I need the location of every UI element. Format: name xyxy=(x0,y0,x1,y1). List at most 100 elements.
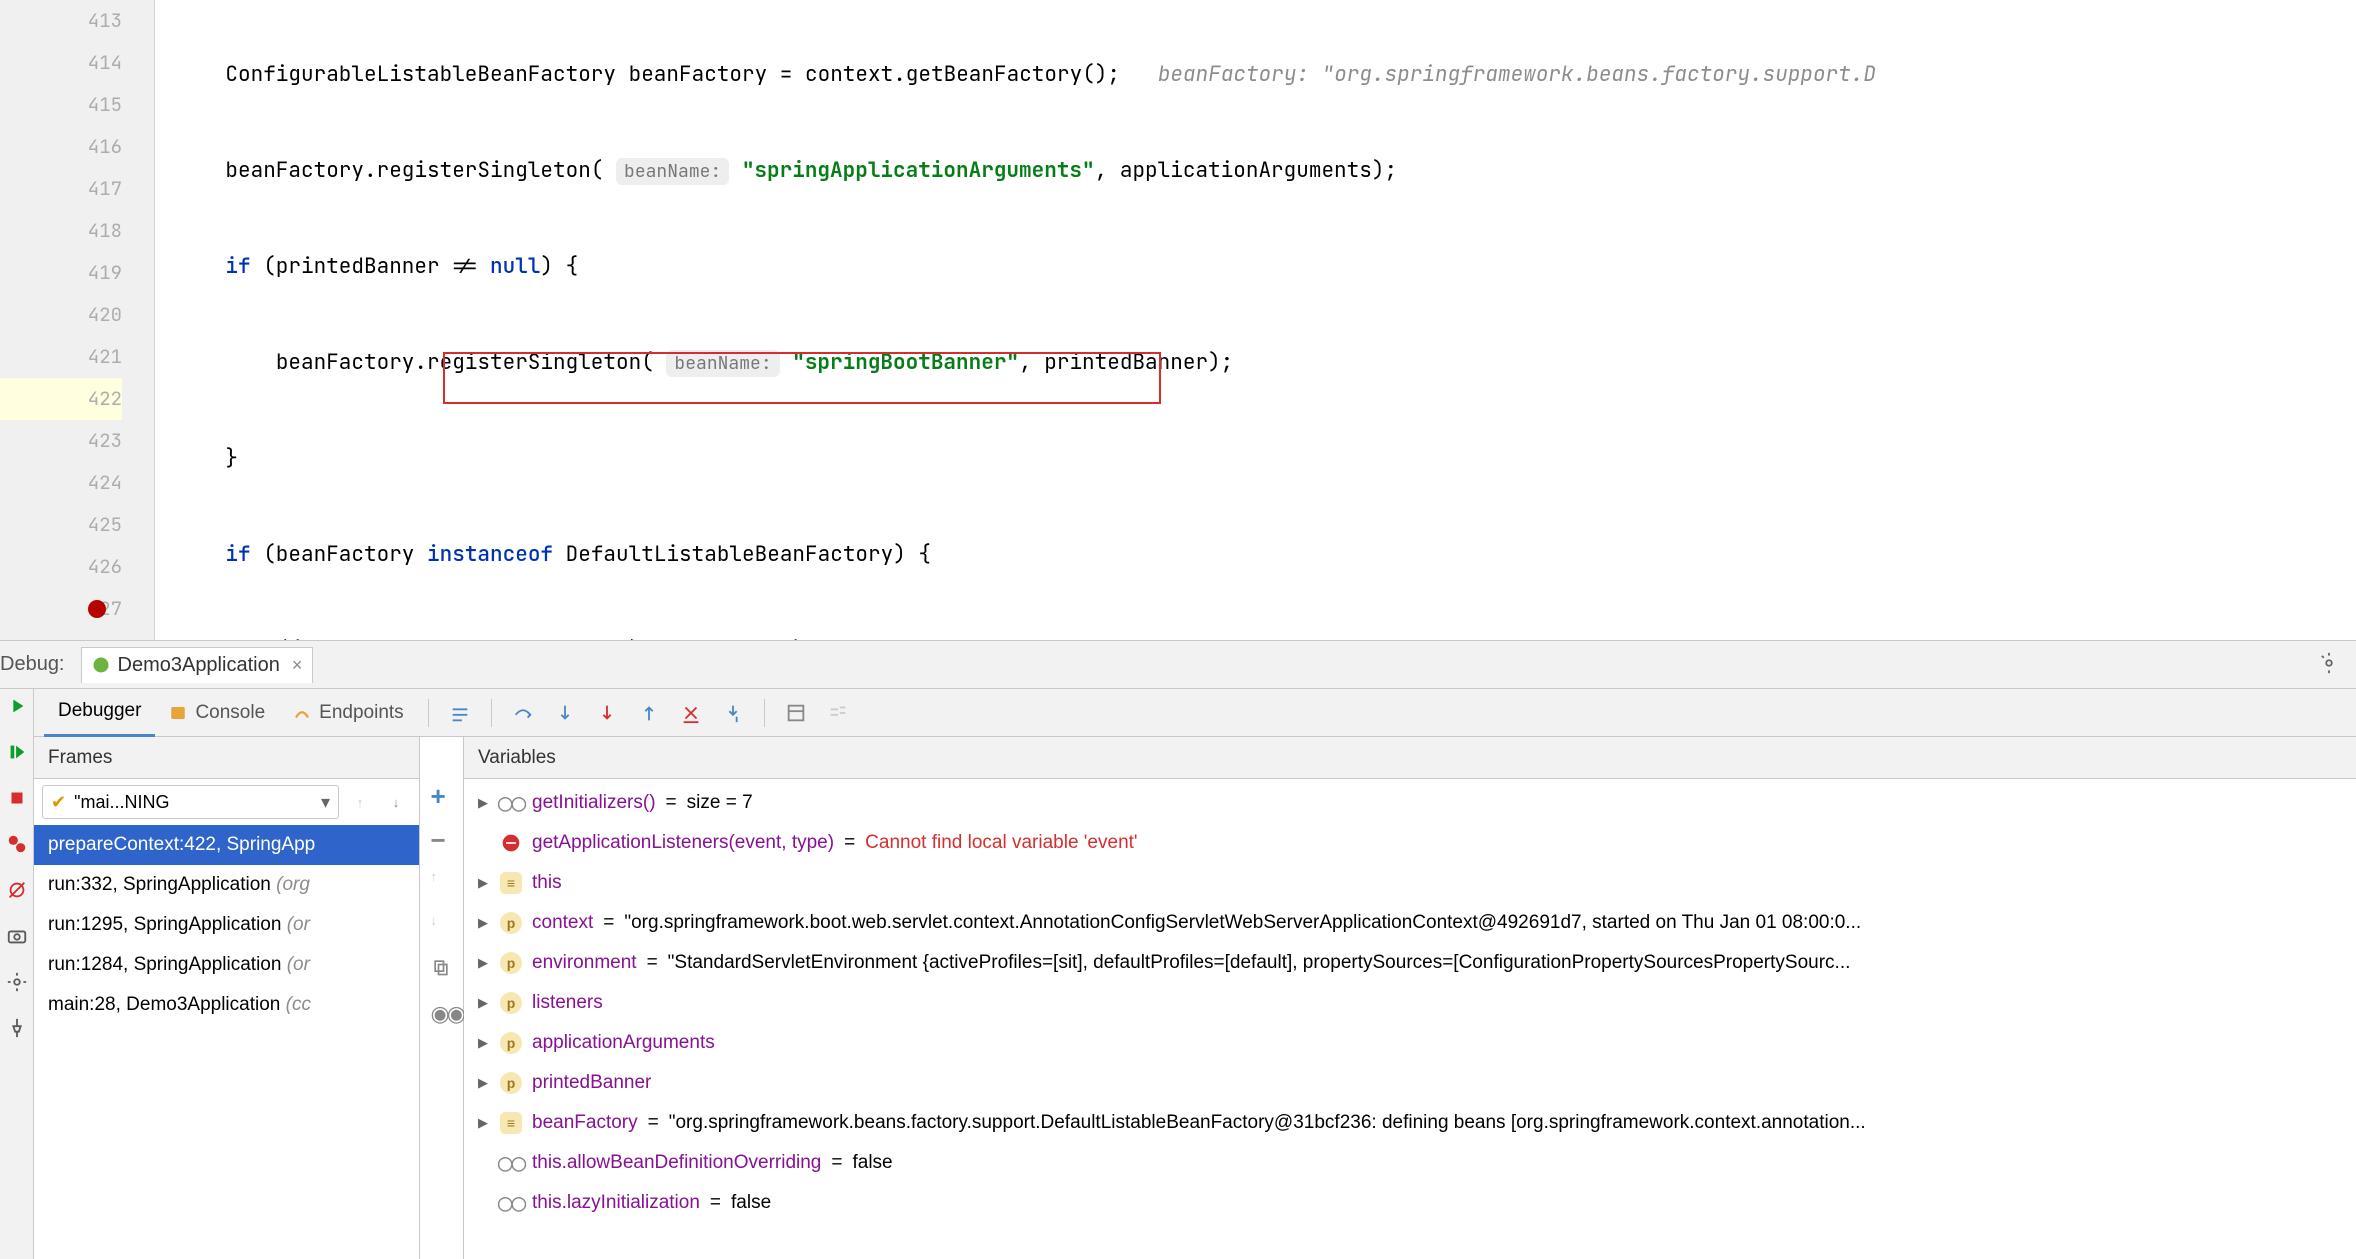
code-line[interactable]: if (printedBanner != null) { xyxy=(155,246,2356,288)
frame-item[interactable]: main:28, Demo3Application (cc xyxy=(34,985,419,1025)
code-line[interactable]: if (beanFactory instanceof DefaultListab… xyxy=(155,534,2356,576)
step-out-icon[interactable] xyxy=(634,698,664,728)
gutter-line[interactable]: 426 xyxy=(0,546,122,588)
debug-main: Debugger Console Endpoints xyxy=(34,689,2356,1259)
thread-dropdown[interactable]: ✔ "mai...NING ▾ xyxy=(42,785,339,819)
debug-panel: Debug: Demo3Application × Debugger xyxy=(0,640,2356,1259)
resume-icon[interactable] xyxy=(6,741,28,763)
variable-row[interactable]: ▶pcontext = "org.springframework.boot.we… xyxy=(464,903,2356,943)
pin-icon[interactable] xyxy=(6,1017,28,1039)
code-line[interactable]: ((DefaultListableBeanFactory) beanFactor… xyxy=(155,630,2356,640)
trace-current-stream-chain-icon xyxy=(823,698,853,728)
variable-value: false xyxy=(852,1152,892,1174)
debug-label: Debug: xyxy=(0,653,81,676)
force-step-into-icon[interactable] xyxy=(592,698,622,728)
gutter-line[interactable]: 427 xyxy=(0,588,122,630)
gutter-line[interactable]: 414 xyxy=(0,42,122,84)
code-line[interactable]: } xyxy=(155,438,2356,480)
code-pane[interactable]: ConfigurableListableBeanFactory beanFact… xyxy=(155,0,2356,640)
variable-row[interactable]: ▶pprintedBanner xyxy=(464,1063,2356,1103)
gutter-line[interactable]: 423 xyxy=(0,420,122,462)
close-icon[interactable]: × xyxy=(288,655,303,676)
gutter-line[interactable]: 420 xyxy=(0,294,122,336)
variable-name: this.allowBeanDefinitionOverriding xyxy=(532,1152,821,1174)
endpoints-icon xyxy=(293,704,311,722)
gutter-line-current[interactable]: 422 xyxy=(0,378,122,420)
tab-console[interactable]: Console xyxy=(155,689,279,737)
frames-header: Frames xyxy=(34,737,419,779)
breakpoint-icon[interactable] xyxy=(88,600,106,618)
run-config-tab[interactable]: Demo3Application × xyxy=(81,647,314,683)
stop-icon[interactable] xyxy=(6,787,28,809)
variable-value: "StandardServletEnvironment {activeProfi… xyxy=(668,952,1851,974)
add-watch-icon[interactable]: + xyxy=(431,781,453,803)
debug-tab-row: Debug: Demo3Application × xyxy=(0,641,2356,689)
spring-boot-icon xyxy=(92,656,110,674)
step-over-icon[interactable] xyxy=(508,698,538,728)
frame-item[interactable]: prepareContext:422, SpringApp xyxy=(34,825,419,865)
variable-row[interactable]: getApplicationListeners(event, type) = C… xyxy=(464,823,2356,863)
gutter-line[interactable]: 424 xyxy=(0,462,122,504)
variables-list[interactable]: ▶◯◯getInitializers() = size = 7getApplic… xyxy=(464,779,2356,1259)
frames-controls: ✔ "mai...NING ▾ ↑ ↓ xyxy=(34,779,419,825)
variable-name: this xyxy=(532,872,562,894)
frame-item[interactable]: run:1295, SpringApplication (or xyxy=(34,905,419,945)
variable-row[interactable]: ▶◯◯getInitializers() = size = 7 xyxy=(464,783,2356,823)
variables-header: Variables xyxy=(464,737,2356,779)
camera-icon[interactable] xyxy=(6,925,28,947)
drop-frame-icon[interactable] xyxy=(676,698,706,728)
remove-watch-icon[interactable]: − xyxy=(431,825,453,847)
gutter-line[interactable]: 416 xyxy=(0,126,122,168)
expander-icon[interactable]: ▶ xyxy=(476,1035,490,1051)
expander-icon[interactable]: ▶ xyxy=(476,915,490,931)
duplicate-watch-icon[interactable] xyxy=(431,957,453,979)
expander-icon[interactable]: ▶ xyxy=(476,1075,490,1091)
frame-list[interactable]: prepareContext:422, SpringApp run:332, S… xyxy=(34,825,419,1259)
variable-row[interactable]: ◯◯this.lazyInitialization = false xyxy=(464,1183,2356,1223)
code-line[interactable]: ConfigurableListableBeanFactory beanFact… xyxy=(155,54,2356,96)
gutter-line[interactable]: 413 xyxy=(0,0,122,42)
gutter-line[interactable]: 421 xyxy=(0,336,122,378)
run-to-cursor-icon[interactable] xyxy=(718,698,748,728)
object-icon: ≡ xyxy=(500,1112,522,1134)
tab-debugger[interactable]: Debugger xyxy=(44,689,155,737)
show-execution-point-icon[interactable] xyxy=(445,698,475,728)
settings-icon[interactable] xyxy=(6,971,28,993)
rerun-icon[interactable] xyxy=(6,695,28,717)
watch-glasses-icon: ◯◯ xyxy=(500,1152,522,1174)
step-into-icon[interactable] xyxy=(550,698,580,728)
view-breakpoints-icon[interactable] xyxy=(6,833,28,855)
gutter-line[interactable]: 417 xyxy=(0,168,122,210)
expander-icon[interactable]: ▶ xyxy=(476,995,490,1011)
gear-icon[interactable] xyxy=(2318,652,2340,677)
show-watches-icon[interactable]: ◉◉ xyxy=(431,1001,453,1023)
frame-item[interactable]: run:332, SpringApplication (org xyxy=(34,865,419,905)
param-hint-pill: beanName: xyxy=(666,350,779,377)
gutter-line[interactable]: 415 xyxy=(0,84,122,126)
variable-row[interactable]: ▶plisteners xyxy=(464,983,2356,1023)
left-tool-strip xyxy=(0,689,34,1259)
expander-icon[interactable]: ▶ xyxy=(476,875,490,891)
variable-row[interactable]: ▶penvironment = "StandardServletEnvironm… xyxy=(464,943,2356,983)
parameter-icon: p xyxy=(500,1032,522,1054)
evaluate-expression-icon[interactable] xyxy=(781,698,811,728)
gutter-line[interactable]: 418 xyxy=(0,210,122,252)
next-frame-icon[interactable]: ↓ xyxy=(381,787,411,817)
expander-icon[interactable]: ▶ xyxy=(476,955,490,971)
tab-endpoints[interactable]: Endpoints xyxy=(279,689,418,737)
watch-glasses-icon: ◯◯ xyxy=(500,1192,522,1214)
gutter-line[interactable]: 425 xyxy=(0,504,122,546)
variable-row[interactable]: ▶≡beanFactory = "org.springframework.bea… xyxy=(464,1103,2356,1143)
code-line[interactable]: beanFactory.registerSingleton( beanName:… xyxy=(155,150,2356,192)
expander-icon[interactable]: ▶ xyxy=(476,795,490,811)
equals-sign: = xyxy=(647,952,658,974)
code-line[interactable]: beanFactory.registerSingleton( beanName:… xyxy=(155,342,2356,384)
frame-item[interactable]: run:1284, SpringApplication (or xyxy=(34,945,419,985)
equals-sign: = xyxy=(648,1112,659,1134)
expander-icon[interactable]: ▶ xyxy=(476,1115,490,1131)
variable-row[interactable]: ▶papplicationArguments xyxy=(464,1023,2356,1063)
variable-row[interactable]: ▶≡this xyxy=(464,863,2356,903)
mute-breakpoints-icon[interactable] xyxy=(6,879,28,901)
gutter-line[interactable]: 419 xyxy=(0,252,122,294)
variable-row[interactable]: ◯◯this.allowBeanDefinitionOverriding = f… xyxy=(464,1143,2356,1183)
